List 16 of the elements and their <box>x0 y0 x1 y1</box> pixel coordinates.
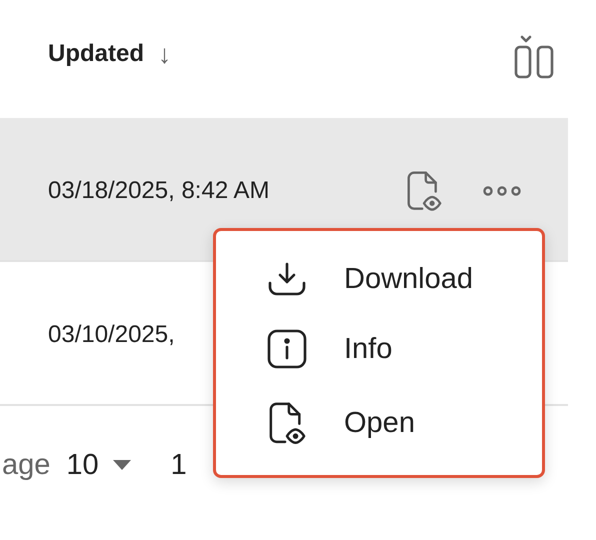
menu-item[interactable]: Download <box>216 260 542 298</box>
column-header[interactable]: Updated <box>48 40 144 68</box>
menu-item[interactable]: Info <box>216 328 542 370</box>
download-icon <box>267 261 307 298</box>
page-size-select[interactable]: 10 <box>66 448 99 482</box>
info-icon <box>267 329 307 370</box>
rows-per-page-label: age <box>2 448 50 482</box>
sort-arrow[interactable]: ↓ <box>158 38 171 70</box>
more-icon[interactable] <box>482 186 522 196</box>
page-range: 1 <box>170 448 187 482</box>
columns-icon[interactable] <box>514 33 554 79</box>
date-cell: 03/18/2025, 8:42 AM <box>48 177 270 205</box>
caret-icon[interactable] <box>112 460 131 470</box>
date-cell: 03/10/2025, <box>48 321 175 349</box>
file-preview-icon[interactable] <box>268 401 306 445</box>
menu-item[interactable]: Open <box>216 400 542 446</box>
